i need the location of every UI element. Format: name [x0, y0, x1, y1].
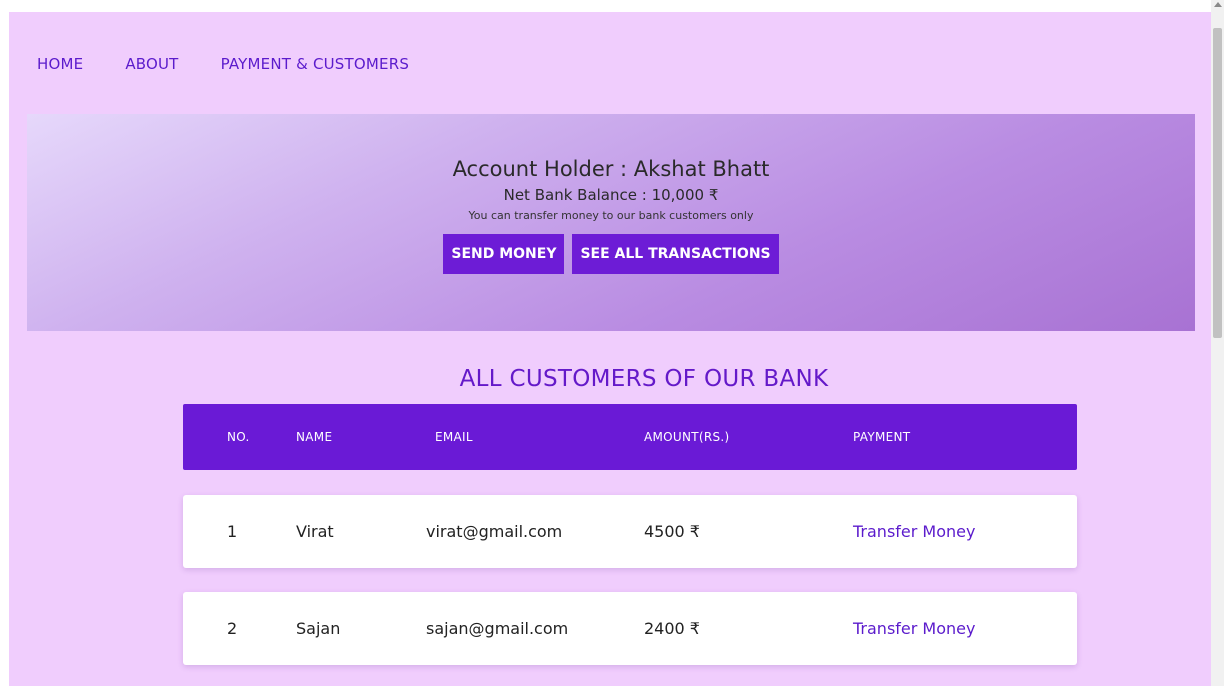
customers-title: ALL CUSTOMERS OF OUR BANK — [459, 366, 829, 392]
send-money-button[interactable]: SEND MONEY — [443, 234, 565, 274]
row-number: 2 — [227, 619, 238, 638]
column-header-email: EMAIL — [435, 430, 473, 444]
page-viewport: HOME ABOUT PAYMENT & CUSTOMERS Account H… — [9, 12, 1211, 686]
account-hero: Account Holder : Akshat Bhatt Net Bank B… — [27, 114, 1195, 331]
transfer-money-link[interactable]: Transfer Money — [853, 495, 975, 568]
transfer-money-link[interactable]: Transfer Money — [853, 592, 975, 665]
top-nav: HOME ABOUT PAYMENT & CUSTOMERS — [37, 52, 451, 76]
transfer-note: You can transfer money to our bank custo… — [468, 209, 754, 222]
nav-about-link[interactable]: ABOUT — [125, 52, 178, 76]
row-name: Virat — [296, 522, 334, 541]
nav-payment-customers-link[interactable]: PAYMENT & CUSTOMERS — [221, 52, 410, 76]
row-email: sajan@gmail.com — [426, 619, 569, 638]
net-balance: Net Bank Balance : 10,000 ₹ — [503, 186, 719, 204]
scroll-up-arrow-icon[interactable] — [1214, 2, 1222, 7]
nav-home-link[interactable]: HOME — [37, 52, 83, 76]
account-holder: Account Holder : Akshat Bhatt — [452, 157, 770, 181]
row-amount: 2400 ₹ — [644, 619, 700, 638]
see-all-transactions-button[interactable]: SEE ALL TRANSACTIONS — [572, 234, 779, 274]
page-scrollbar[interactable] — [1211, 0, 1224, 686]
row-name: Sajan — [296, 619, 341, 638]
column-header-payment: PAYMENT — [853, 430, 911, 444]
column-header-amount: AMOUNT(RS.) — [644, 430, 730, 444]
table-row: 2 Sajan sajan@gmail.com 2400 ₹ Transfer … — [183, 592, 1077, 665]
column-header-name: NAME — [296, 430, 333, 444]
customers-table-header: NO. NAME EMAIL AMOUNT(RS.) PAYMENT — [183, 404, 1077, 470]
row-amount: 4500 ₹ — [644, 522, 700, 541]
row-number: 1 — [227, 522, 238, 541]
column-header-no: NO. — [227, 430, 250, 444]
hero-actions: SEND MONEY SEE ALL TRANSACTIONS — [27, 234, 1195, 274]
row-email: virat@gmail.com — [426, 522, 563, 541]
scroll-thumb[interactable] — [1213, 28, 1222, 338]
table-row: 1 Virat virat@gmail.com 4500 ₹ Transfer … — [183, 495, 1077, 568]
